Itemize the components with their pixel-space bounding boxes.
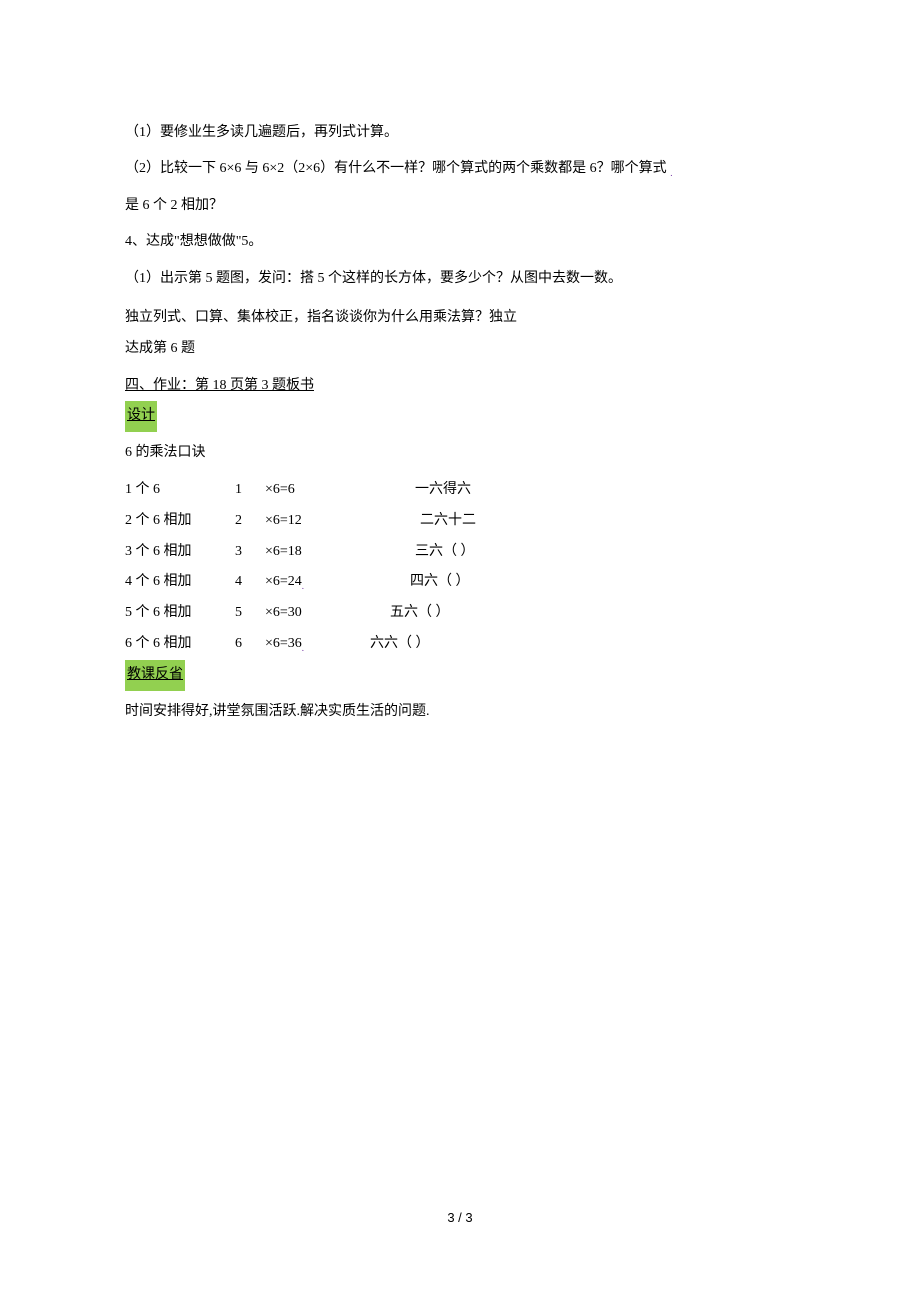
paragraph-line: 4、达成"想想做做"5。 [125, 224, 795, 260]
table-cell: 6 个 6 相加 [125, 629, 235, 660]
table-cell: 五六（ ） [365, 598, 795, 629]
table-cell: ×6=6 [265, 475, 365, 506]
annotation-mark: . [670, 168, 672, 178]
paragraph-line: 独立列式、口算、集体校正，指名谈谈你为什么用乘法算？独立 [125, 303, 795, 334]
table-cell: ×6=18 [265, 537, 365, 568]
highlighted-text: 设计 [125, 401, 157, 432]
table-cell: 4 [235, 567, 265, 598]
table-cell: 5 [235, 598, 265, 629]
table-cell: 二六十二 [365, 506, 795, 537]
table-row: 2 个 6 相加 2 ×6=12 二六十二 [125, 506, 795, 537]
page-number: 3 / 3 [0, 1204, 920, 1233]
table-cell: 2 个 6 相加 [125, 506, 235, 537]
paragraph-line: （1）要修业生多读几遍题后，再列式计算。 [125, 115, 795, 151]
table-row: 4 个 6 相加 4 ×6=24. 四六（ ） [125, 567, 795, 598]
underlined-text: 四、作业：第 18 页第 3 题板书 [125, 378, 314, 393]
table-cell: 三六（ ） [365, 537, 795, 568]
paragraph-line: 四、作业：第 18 页第 3 题板书 [125, 371, 795, 402]
table-cell: 四六（ ） [365, 567, 795, 598]
text: （2）比较一下 6×6 与 6×2（2×6）有什么不一样？哪个算式的两个乘数都是… [125, 161, 667, 176]
paragraph-line: 时间安排得好,讲堂氛围活跃.解决实质生活的问题. [125, 697, 795, 728]
table-row: 5 个 6 相加 5 ×6=30 五六（ ） [125, 598, 795, 629]
reflect-label: 教课反省 [125, 660, 795, 691]
table-cell: 1 [235, 475, 265, 506]
paragraph-line: 是 6 个 2 相加？ [125, 188, 795, 224]
table-cell: 3 个 6 相加 [125, 537, 235, 568]
table-cell: 2 [235, 506, 265, 537]
table-cell: 6 [235, 629, 265, 660]
annotation-mark: . [302, 643, 304, 653]
table-cell: ×6=12 [265, 506, 365, 537]
paragraph-line: （1）出示第 5 题图，发问：搭 5 个这样的长方体，要多少个？从图中去数一数。 [125, 261, 795, 297]
table-cell: 一六得六 [365, 475, 795, 506]
highlighted-text: 教课反省 [125, 660, 185, 691]
design-label: 设计 [125, 401, 795, 432]
table-cell: ×6=24. [265, 567, 365, 598]
table-row: 1 个 6 1 ×6=6 一六得六 [125, 475, 795, 506]
table-cell: 1 个 6 [125, 475, 235, 506]
table-cell: 4 个 6 相加 [125, 567, 235, 598]
text: ×6=36 [265, 636, 302, 651]
paragraph-line: 达成第 6 题 [125, 334, 795, 365]
table-cell: 5 个 6 相加 [125, 598, 235, 629]
section-title: 6 的乘法口诀 [125, 438, 795, 469]
table-cell: ×6=36. [265, 629, 365, 660]
table-cell: 3 [235, 537, 265, 568]
table-row: 3 个 6 相加 3 ×6=18 三六（ ） [125, 537, 795, 568]
table-row: 6 个 6 相加 6 ×6=36. 六六（ ） [125, 629, 795, 660]
text: ×6=24 [265, 574, 302, 589]
table-cell: ×6=30 [265, 598, 365, 629]
table-cell: 六六（ ） [365, 629, 795, 660]
annotation-mark: . [302, 581, 304, 591]
paragraph-line: （2）比较一下 6×6 与 6×2（2×6）有什么不一样？哪个算式的两个乘数都是… [125, 151, 795, 187]
